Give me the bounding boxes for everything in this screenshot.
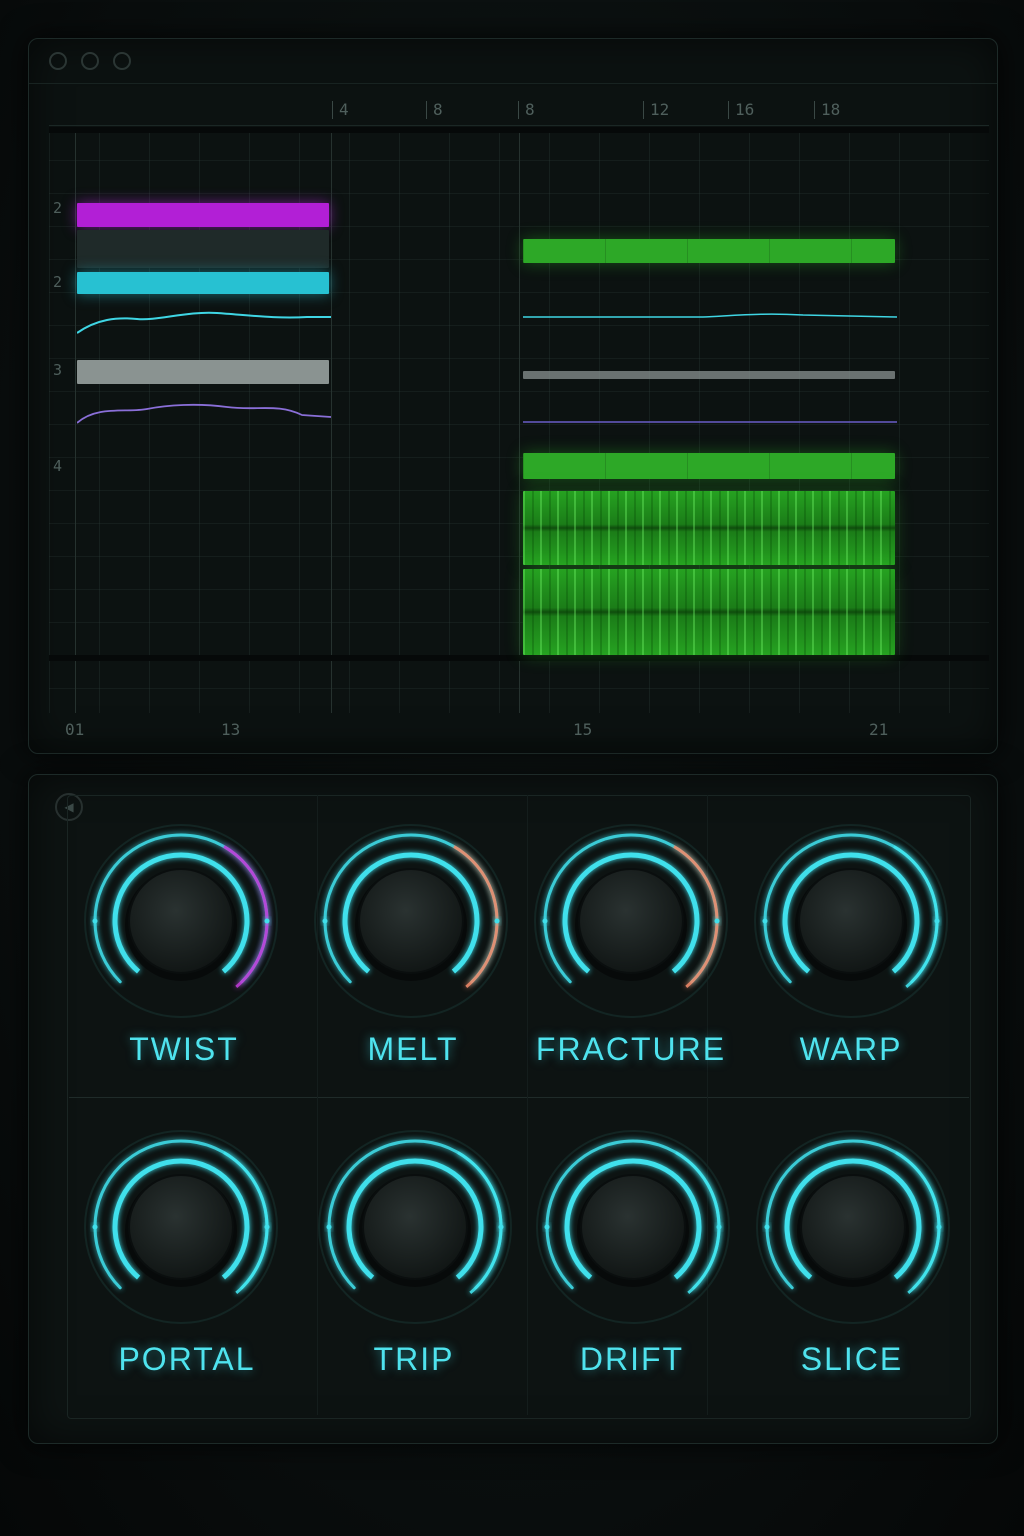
warp-label: WARP	[799, 1031, 903, 1067]
track-number: 3	[53, 361, 63, 379]
ruler-marker: 01	[65, 720, 85, 739]
close-window-button[interactable]	[49, 52, 67, 70]
automation-envelope[interactable]	[523, 307, 897, 323]
drift-knob[interactable]	[533, 1127, 733, 1327]
fracture-knob[interactable]	[531, 821, 731, 1021]
midi-clip-purple[interactable]	[77, 203, 329, 227]
timeline-ruler[interactable]: 4 8 8 12 16 18	[49, 87, 989, 126]
ruler-marker: 16	[728, 101, 754, 119]
twist-label: TWIST	[129, 1031, 239, 1067]
midi-clip-empty[interactable]	[77, 230, 329, 268]
track-number: 2	[53, 199, 63, 217]
trip-label: TRIP	[373, 1341, 455, 1377]
midi-clip-gray-thin[interactable]	[523, 371, 895, 379]
ruler-marker: 13	[221, 720, 241, 739]
title-bar	[29, 39, 997, 84]
portal-knob[interactable]	[81, 1127, 281, 1327]
melt-knob[interactable]	[311, 821, 511, 1021]
arrangement-window: 4 8 8 12 16 18 2 2 3 4 01 13 15 21	[28, 38, 998, 754]
warp-knob[interactable]	[751, 821, 951, 1021]
slice-knob[interactable]	[753, 1127, 953, 1327]
maximize-window-button[interactable]	[113, 52, 131, 70]
drift-label: DRIFT	[579, 1341, 685, 1377]
ruler-marker: 4	[332, 101, 349, 119]
ruler-marker: 15	[573, 720, 593, 739]
ruler-marker: 8	[518, 101, 535, 119]
track-number: 2	[53, 273, 63, 291]
ruler-marker: 8	[426, 101, 443, 119]
divider	[527, 795, 528, 1415]
midi-clip-cyan[interactable]	[77, 272, 329, 294]
bottom-ruler[interactable]: 01 13 15 21	[49, 715, 989, 751]
audio-clip-waveform[interactable]	[523, 569, 895, 655]
audio-clip-waveform[interactable]	[523, 491, 895, 565]
automation-envelope[interactable]	[523, 419, 897, 425]
divider	[69, 1097, 969, 1098]
minimize-window-button[interactable]	[81, 52, 99, 70]
ruler-marker: 21	[869, 720, 889, 739]
trip-knob[interactable]	[315, 1127, 515, 1327]
ruler-marker: 18	[814, 101, 840, 119]
track-lanes[interactable]: 2 2 3 4	[49, 127, 989, 713]
portal-label: PORTAL	[118, 1341, 256, 1377]
ruler-marker: 12	[643, 101, 669, 119]
midi-clip-green[interactable]	[523, 453, 895, 479]
automation-envelope[interactable]	[77, 395, 331, 429]
midi-clip-green[interactable]	[523, 239, 895, 263]
effect-panel: ◀ TWIST MELT FRACTURE WARP PORTAL TRIP D…	[28, 774, 998, 1444]
slice-label: SLICE	[800, 1341, 904, 1377]
track-number: 4	[53, 457, 63, 475]
twist-knob[interactable]	[81, 821, 281, 1021]
midi-clip-gray[interactable]	[77, 360, 329, 384]
automation-envelope[interactable]	[77, 299, 331, 339]
fracture-label: FRACTURE	[535, 1031, 727, 1067]
melt-label: MELT	[367, 1031, 459, 1067]
